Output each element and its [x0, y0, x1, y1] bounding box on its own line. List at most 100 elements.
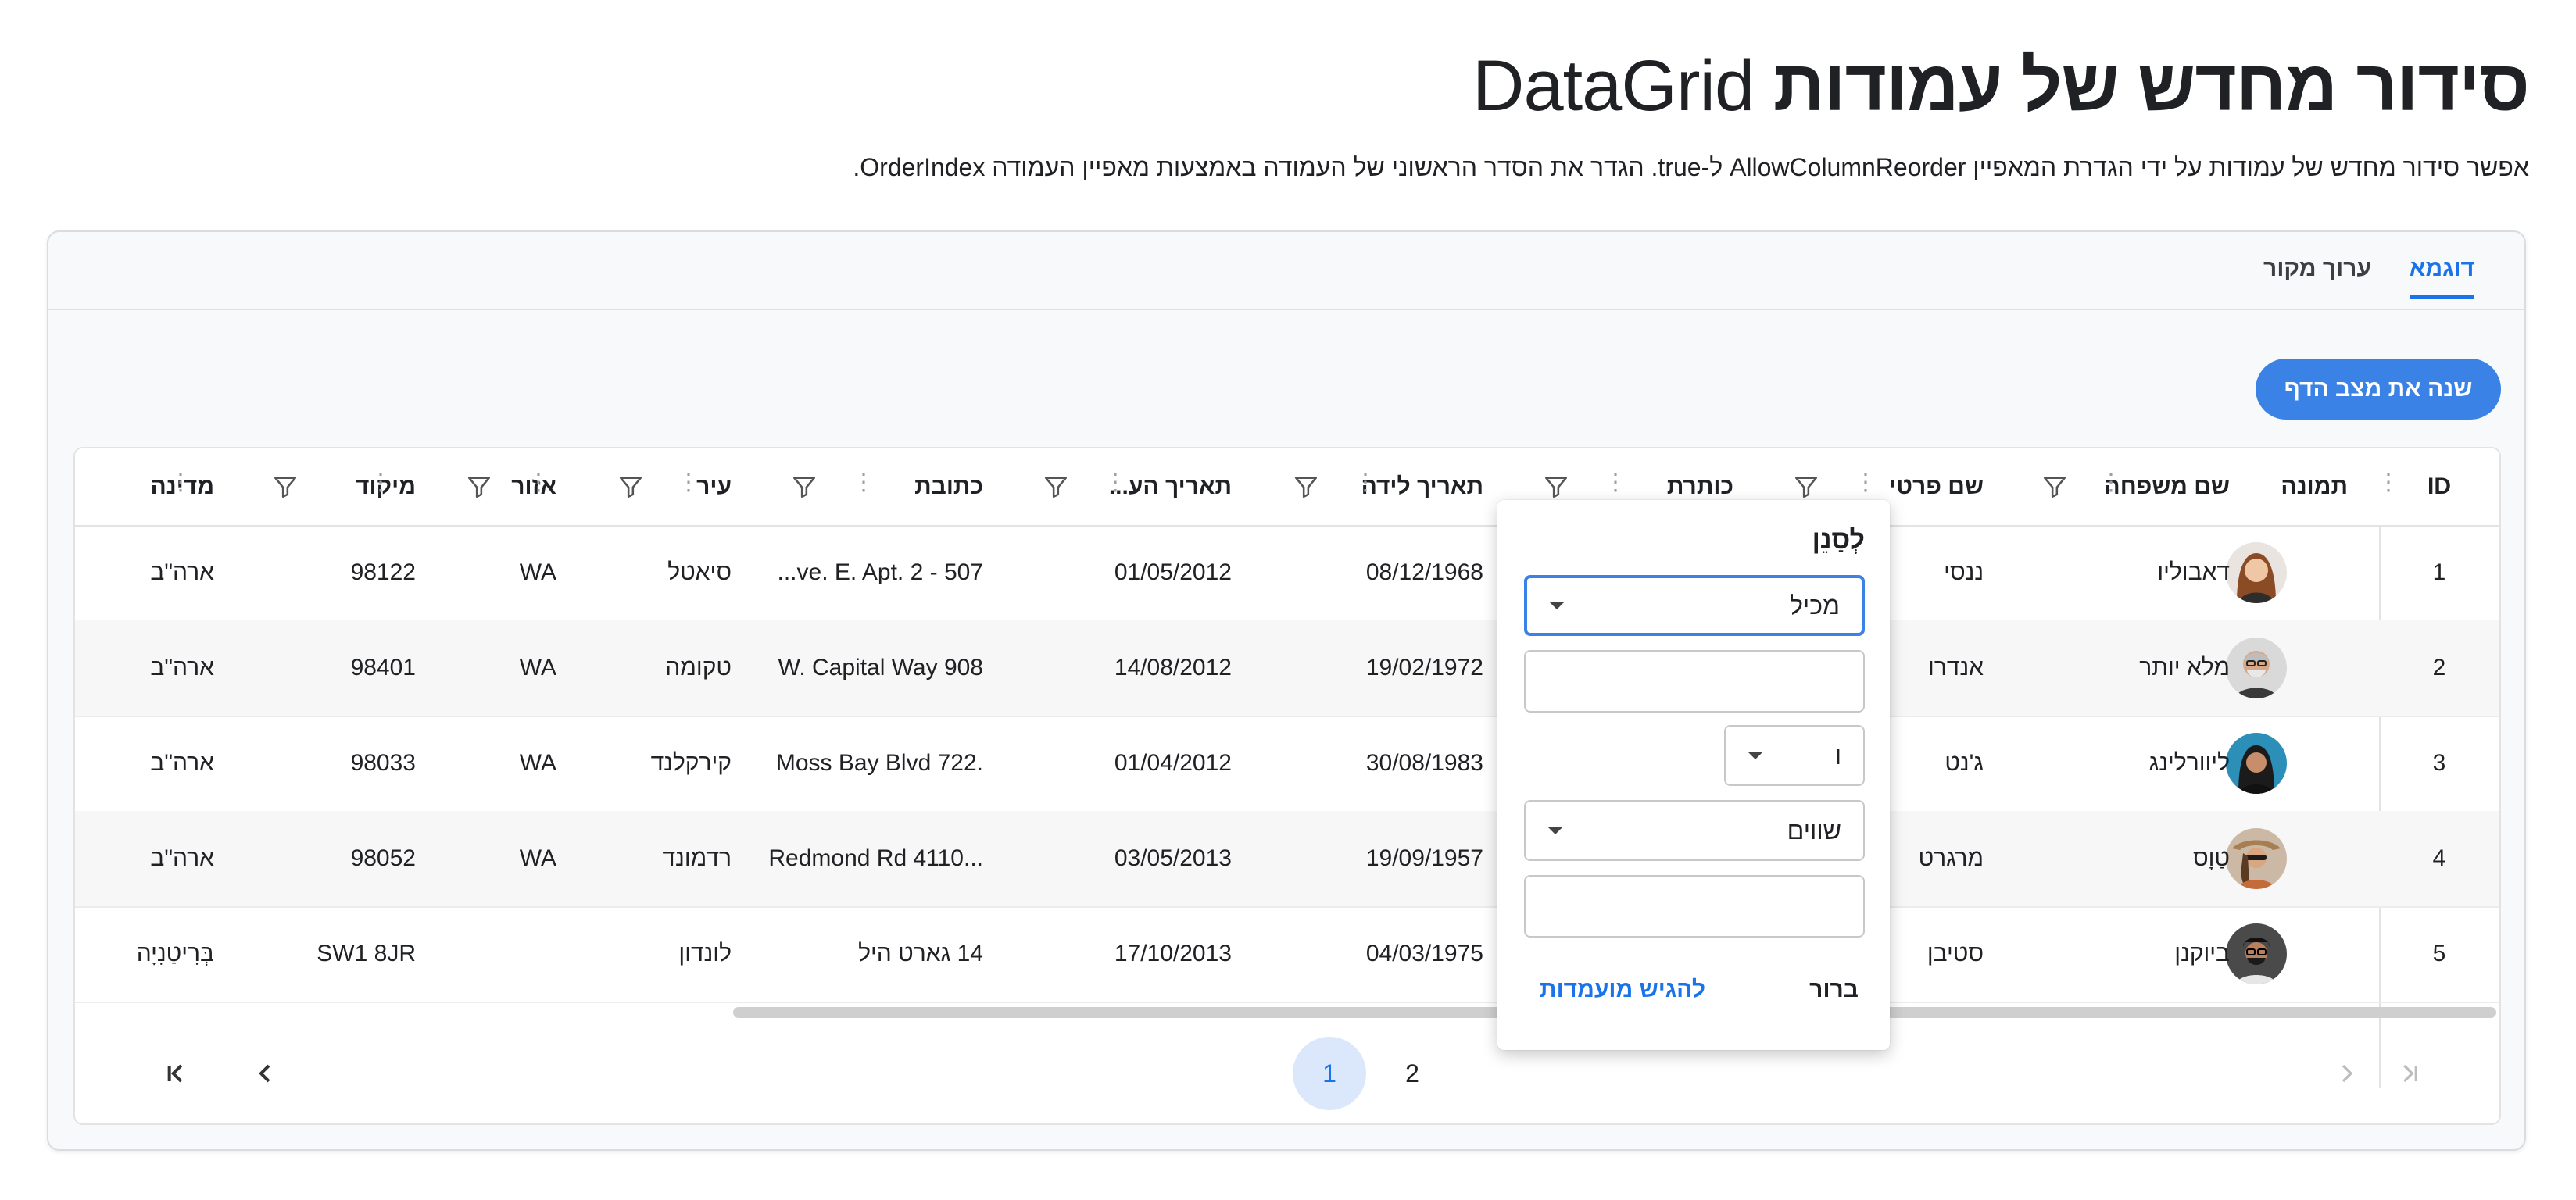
last-page-button[interactable]	[139, 1037, 213, 1110]
header-last-name[interactable]: שם משפחה	[2104, 448, 2230, 525]
avatar	[2226, 638, 2287, 698]
data-grid: ID תמונה שם משפחה שם פרטי כותרת תאריך לי…	[73, 447, 2501, 1125]
change-page-state-button[interactable]: שנה את מצב הדף	[2256, 359, 2501, 420]
cell-first-name: ג'נט	[1945, 750, 1984, 776]
column-menu-icon[interactable]	[527, 469, 550, 502]
clear-filter-button[interactable]: ברור	[1809, 977, 1859, 1003]
column-menu-icon[interactable]	[1104, 469, 1127, 502]
filter-icon[interactable]	[1543, 473, 1569, 500]
table-row[interactable]: 1 דאבוליו ננסי 08/12/1968 01/05/2012 ...…	[75, 525, 2499, 622]
cell-city: סיאטל	[667, 559, 732, 585]
filter-icon[interactable]	[1293, 473, 1319, 500]
cell-address: 14 גארט היל	[858, 941, 983, 966]
cell-id: 3	[2432, 750, 2446, 776]
filter-operator2-select[interactable]: שווים	[1524, 800, 1865, 861]
cell-id: 2	[2432, 655, 2446, 680]
first-page-button[interactable]	[2373, 1037, 2446, 1110]
cell-hire-date: 17/10/2013	[1114, 941, 1232, 966]
cell-last-name: טַוָס	[2192, 845, 2230, 871]
page-button-2[interactable]: 2	[1376, 1037, 1449, 1110]
filter-icon[interactable]	[1043, 473, 1069, 500]
cell-first-name: מרגרט	[1918, 845, 1984, 871]
header-address[interactable]: כתובת	[914, 448, 983, 525]
cell-first-name: ננסי	[1944, 559, 1984, 585]
header-address-label: כתובת	[914, 473, 983, 499]
cell-last-name: ביוקנן	[2174, 941, 2230, 966]
table-row[interactable]: 5 ביוקנן סטיבן 04/03/1975 17/10/2013 14 …	[75, 906, 2499, 1003]
column-menu-icon[interactable]	[677, 469, 700, 502]
filter-icon[interactable]	[1793, 473, 1819, 500]
previous-page-button[interactable]	[2310, 1037, 2384, 1110]
chevron-down-icon	[1547, 827, 1563, 834]
tab-bar: דוגמא ערוך מקור	[48, 232, 2524, 310]
filter-logic-select[interactable]: ו	[1724, 725, 1865, 786]
header-hire-date[interactable]: תאריך הע...	[1109, 448, 1232, 525]
cell-id: 1	[2432, 559, 2446, 585]
cell-country: ארה"ב	[150, 750, 214, 776]
column-menu-icon[interactable]	[2099, 469, 2123, 502]
apply-filter-button[interactable]: להגיש מועמדות	[1540, 977, 1705, 1003]
table-row[interactable]: 3 ליוורלינג ג'נט 30/08/1983 01/04/2012 M…	[75, 716, 2499, 812]
cell-birth-date: 19/09/1957	[1365, 845, 1483, 871]
filter-value2-input[interactable]	[1524, 875, 1865, 938]
cell-region: WA	[519, 655, 556, 680]
cell-address: Redmond Rd 4110...	[768, 845, 983, 871]
column-menu-icon[interactable]	[1854, 469, 1877, 502]
header-first-name-label: שם פרטי	[1889, 473, 1984, 499]
filter-icon[interactable]	[791, 473, 818, 500]
header-city-label: עיר	[696, 473, 732, 499]
table-row[interactable]: 4 טַוָס מרגרט 19/09/1957 03/05/2013 Redm…	[75, 811, 2499, 908]
page-title: סידור מחדש של עמודות DataGrid	[1472, 46, 2530, 126]
filter-icon[interactable]	[272, 473, 299, 500]
cell-postal-code: 98033	[350, 750, 416, 776]
cell-country: ארה"ב	[150, 655, 214, 680]
filter-icon[interactable]	[466, 473, 492, 500]
cell-region: WA	[519, 845, 556, 871]
column-menu-icon[interactable]	[1604, 469, 1627, 502]
cell-country: ארה"ב	[150, 559, 214, 585]
cell-region: WA	[519, 750, 556, 776]
filter-operator-value: מכיל	[1789, 591, 1840, 620]
header-title-label: כותרת	[1666, 473, 1733, 499]
next-page-button[interactable]	[228, 1037, 302, 1110]
column-menu-icon[interactable]	[2377, 469, 2400, 502]
column-menu-icon[interactable]	[852, 469, 875, 502]
page-button-1[interactable]: 1	[1293, 1037, 1366, 1110]
filter-operator-select[interactable]: מכיל	[1524, 575, 1865, 636]
cell-last-name: דאבוליו	[2157, 559, 2230, 585]
first-page-icon	[2403, 1064, 2417, 1083]
tab-example[interactable]: דוגמא	[2409, 255, 2475, 299]
header-first-name[interactable]: שם פרטי	[1889, 448, 1984, 525]
column-menu-icon[interactable]	[369, 469, 392, 502]
header-id-label: ID	[2428, 473, 2451, 499]
avatar	[2226, 542, 2287, 603]
last-page-icon	[167, 1064, 183, 1083]
cell-birth-date: 08/12/1968	[1365, 559, 1483, 585]
cell-id: 4	[2432, 845, 2446, 871]
column-menu-icon[interactable]	[1354, 469, 1377, 502]
cell-country: ארה"ב	[150, 845, 214, 871]
cell-region: WA	[519, 559, 556, 585]
cell-birth-date: 30/08/1983	[1365, 750, 1483, 776]
filter-icon[interactable]	[2041, 473, 2068, 500]
cell-id: 5	[2432, 941, 2446, 966]
table-row[interactable]: 2 מלא יותר אנדרו 19/02/1972 14/08/2012 W…	[75, 620, 2499, 717]
filter-operator2-value: שווים	[1787, 816, 1841, 845]
cell-birth-date: 04/03/1975	[1365, 941, 1483, 966]
chevron-left-icon	[259, 1064, 270, 1083]
header-birth-date[interactable]: תאריך לידה	[1361, 448, 1483, 525]
page-description: אפשר סידור מחדש של עמודות על ידי הגדרת ה…	[853, 153, 2529, 181]
header-photo[interactable]: תמונה	[2281, 448, 2348, 525]
cell-postal-code: 98122	[350, 559, 416, 585]
cell-first-name: סטיבן	[1927, 941, 1984, 966]
filter-value-input[interactable]	[1524, 650, 1865, 712]
cell-postal-code: 98401	[350, 655, 416, 680]
column-menu-icon[interactable]	[169, 469, 192, 502]
cell-hire-date: 01/05/2012	[1114, 559, 1232, 585]
cell-city: לונדון	[678, 941, 732, 966]
grid-header: ID תמונה שם משפחה שם פרטי כותרת תאריך לי…	[75, 448, 2499, 527]
chevron-down-icon	[1748, 752, 1763, 759]
filter-icon[interactable]	[617, 473, 644, 500]
tab-edit-source[interactable]: ערוך מקור	[2263, 255, 2371, 282]
header-city[interactable]: עיר	[696, 448, 732, 525]
